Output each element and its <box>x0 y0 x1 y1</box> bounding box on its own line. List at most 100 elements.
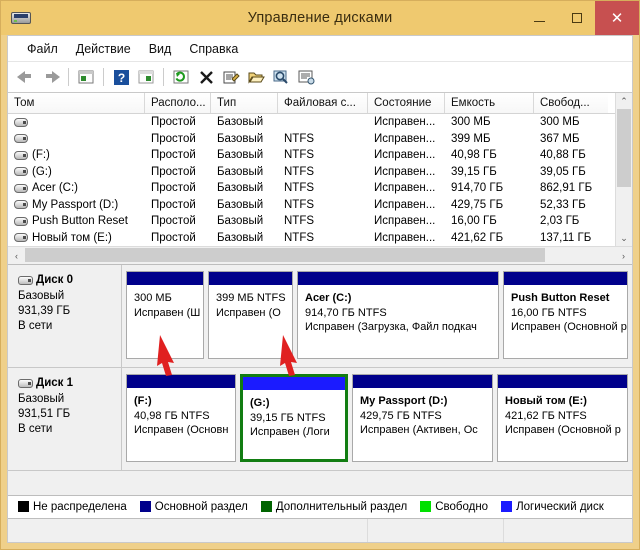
partition-color-bar <box>353 375 492 388</box>
show-hide-console-tree-button[interactable] <box>134 65 158 89</box>
help-button[interactable]: ? <box>109 65 133 89</box>
partition-color-bar <box>243 377 345 390</box>
partition-status: Исправен (Логи <box>250 426 330 438</box>
cell-volume: Acer (C:) <box>8 182 145 194</box>
cell-type: Базовый <box>217 198 264 211</box>
all-tasks-icon <box>298 70 314 84</box>
scroll-left-icon[interactable]: ‹ <box>8 247 25 264</box>
cell-status: Исправен... <box>374 215 436 228</box>
partition-g-selected[interactable]: (G:) 39,15 ГБ NTFS Исправен (Логи <box>240 374 348 462</box>
cell-type: Базовый <box>217 231 264 244</box>
maximize-button[interactable] <box>558 1 595 35</box>
disk-partitions-1: (F:) 40,98 ГБ NTFS Исправен (Основн (G:)… <box>122 368 632 470</box>
disk-row-0[interactable]: Диск 0 Базовый 931,39 ГБ В сети 300 МБ И… <box>8 265 632 368</box>
table-row[interactable]: (F:) Простой Базовый NTFS Исправен... 40… <box>8 147 615 164</box>
disk-partitions-0: 300 МБ Исправен (Ш 399 МБ NTFS Исправен … <box>122 265 632 367</box>
close-button[interactable]: ✕ <box>595 1 639 35</box>
back-button[interactable] <box>14 65 38 89</box>
partition-name: Новый том (E:) <box>505 395 587 407</box>
legend-label-free-space: Свободно <box>435 500 489 513</box>
forward-button[interactable] <box>39 65 63 89</box>
volume-icon <box>14 167 28 177</box>
column-header-free[interactable]: Свобод... <box>534 93 608 113</box>
cell-filesystem: NTFS <box>284 132 315 145</box>
horizontal-scroll-track[interactable] <box>25 247 615 264</box>
refresh-icon <box>173 70 189 83</box>
cell-filesystem: NTFS <box>284 165 315 178</box>
partition-new-volume-e[interactable]: Новый том (E:) 421,62 ГБ NTFS Исправен (… <box>497 374 628 462</box>
partition-size: 429,75 ГБ NTFS <box>360 409 442 422</box>
table-row[interactable]: Новый том (E:) Простой Базовый NTFS Испр… <box>8 230 615 247</box>
table-row[interactable]: Acer (C:) Простой Базовый NTFS Исправен.… <box>8 180 615 197</box>
table-row[interactable]: My Passport (D:) Простой Базовый NTFS Ис… <box>8 197 615 214</box>
column-header-volume[interactable]: Том <box>8 93 145 113</box>
cell-layout: Простой <box>151 132 196 145</box>
menu-item-action[interactable]: Действие <box>67 39 140 59</box>
scroll-right-icon[interactable]: › <box>615 247 632 264</box>
cell-layout: Простой <box>151 182 196 195</box>
disk-row-1[interactable]: Диск 1 Базовый 931,51 ГБ В сети (F:) 40,… <box>8 368 632 471</box>
horizontal-scroll-thumb[interactable] <box>25 248 545 262</box>
menu-bar: Файл Действие Вид Справка <box>8 36 632 62</box>
scroll-up-icon[interactable]: ⌃ <box>616 93 632 109</box>
scroll-down-icon[interactable]: ⌄ <box>616 230 632 246</box>
partition-size: 39,15 ГБ NTFS <box>250 411 326 424</box>
cell-volume <box>8 117 145 127</box>
partition-status: Исправен (Загрузка, Файл подкач <box>305 321 477 333</box>
partition-system-reserved[interactable]: 300 МБ Исправен (Ш <box>126 271 204 359</box>
rescan-disks-button[interactable] <box>269 65 293 89</box>
table-row[interactable]: Простой Базовый NTFS Исправен... 399 МБ … <box>8 131 615 148</box>
legend-label-unallocated: Не распределена <box>33 500 127 513</box>
vertical-scroll-track[interactable] <box>616 109 632 230</box>
graphical-view: Диск 0 Базовый 931,39 ГБ В сети 300 МБ И… <box>8 265 632 495</box>
menu-item-file[interactable]: Файл <box>18 39 67 59</box>
table-row[interactable]: Простой Базовый Исправен... 300 МБ 300 М… <box>8 114 615 131</box>
toolbar-separator <box>68 68 69 86</box>
open-button[interactable] <box>244 65 268 89</box>
cell-filesystem: NTFS <box>284 182 315 195</box>
cell-capacity: 914,70 ГБ <box>451 182 504 195</box>
partition-status: Исправен (Основной р <box>505 424 621 436</box>
column-header-status[interactable]: Состояние <box>368 93 445 113</box>
delete-button[interactable] <box>194 65 218 89</box>
partition-size: 914,70 ГБ NTFS <box>305 306 387 319</box>
up-one-level-button[interactable] <box>74 65 98 89</box>
disk-info-0[interactable]: Диск 0 Базовый 931,39 ГБ В сети <box>8 265 122 367</box>
volume-icon <box>14 233 28 243</box>
menu-item-help[interactable]: Справка <box>180 39 247 59</box>
partition-push-button-reset[interactable]: Push Button Reset 16,00 ГБ NTFS Исправен… <box>503 271 628 359</box>
volume-list-vertical-scrollbar[interactable]: ⌃ ⌄ <box>615 93 632 246</box>
menu-item-view[interactable]: Вид <box>140 39 181 59</box>
cell-type: Базовый <box>217 116 264 129</box>
toolbar-separator <box>103 68 104 86</box>
cell-volume-label: Push Button Reset <box>32 215 128 228</box>
cell-volume: My Passport (D:) <box>8 199 145 211</box>
partition-acer-c[interactable]: Acer (C:) 914,70 ГБ NTFS Исправен (Загру… <box>297 271 499 359</box>
table-row[interactable]: (G:) Простой Базовый NTFS Исправен... 39… <box>8 164 615 181</box>
partition-my-passport-d[interactable]: My Passport (D:) 429,75 ГБ NTFS Исправен… <box>352 374 493 462</box>
vertical-scroll-thumb[interactable] <box>617 109 631 187</box>
cell-filesystem: NTFS <box>284 215 315 228</box>
column-header-type[interactable]: Тип <box>211 93 278 113</box>
partition-f[interactable]: (F:) 40,98 ГБ NTFS Исправен (Основн <box>126 374 236 462</box>
column-header-filesystem[interactable]: Файловая с... <box>278 93 368 113</box>
column-header-layout[interactable]: Располо... <box>145 93 211 113</box>
column-header-capacity[interactable]: Емкость <box>445 93 534 113</box>
cell-status: Исправен... <box>374 165 436 178</box>
volume-list-horizontal-scrollbar[interactable]: ‹ › <box>8 246 632 264</box>
minimize-button[interactable] <box>521 1 558 35</box>
volume-icon <box>14 150 28 160</box>
disk-info-1[interactable]: Диск 1 Базовый 931,51 ГБ В сети <box>8 368 122 470</box>
disk-name-label: Диск 1 <box>36 377 74 389</box>
partition-recovery[interactable]: 399 МБ NTFS Исправен (О <box>208 271 293 359</box>
table-row[interactable]: Push Button Reset Простой Базовый NTFS И… <box>8 213 615 230</box>
cell-status: Исправен... <box>374 198 436 211</box>
refresh-button[interactable] <box>169 65 193 89</box>
legend-label-logical-drive: Логический диск <box>516 500 604 513</box>
partition-size: 40,98 ГБ NTFS <box>134 409 210 422</box>
cell-layout: Простой <box>151 165 196 178</box>
properties-button[interactable] <box>219 65 243 89</box>
all-tasks-button[interactable] <box>294 65 318 89</box>
cell-status: Исправен... <box>374 231 436 244</box>
disk-management-icon <box>11 9 31 27</box>
